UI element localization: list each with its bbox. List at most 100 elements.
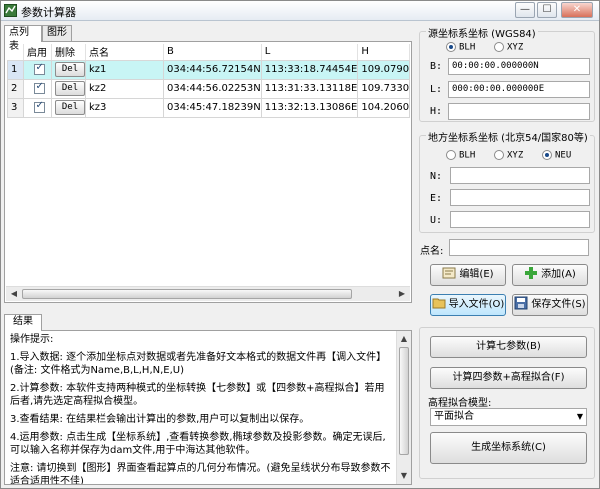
radio-unchecked-icon — [494, 150, 504, 160]
tab-point-list[interactable]: 点列表 — [4, 25, 42, 52]
column-header-name[interactable]: 点名 — [85, 44, 164, 61]
b-cell[interactable]: 034:44:56.72154N — [163, 59, 262, 80]
tab-results[interactable]: 结果 — [4, 314, 42, 331]
u-label: U: — [430, 215, 443, 226]
maximize-button[interactable]: ☐ — [537, 2, 557, 18]
scroll-left-icon[interactable]: ◀ — [7, 288, 21, 300]
scroll-down-icon[interactable]: ▼ — [398, 469, 410, 483]
source-radio-blh[interactable]: BLH — [446, 42, 475, 53]
generate-coord-system-button[interactable]: 生成坐标系统(C) — [430, 432, 587, 464]
local-coords-title: 地方坐标系坐标 (北京54/国家80等) — [426, 129, 590, 144]
enabled-checkbox[interactable] — [33, 81, 45, 94]
column-header-enabled[interactable]: 启用 — [23, 44, 52, 61]
row-number: 1 — [7, 59, 24, 80]
point-list-panel: 启用 删除 点名 B L H 1 Del kz1 034:44:56.72154… — [4, 41, 412, 303]
source-radio-xyz[interactable]: XYZ — [494, 42, 523, 53]
scroll-up-icon[interactable]: ▲ — [398, 332, 410, 346]
l-cell[interactable]: 113:33:18.74454E — [260, 59, 359, 80]
delete-cell: Del — [51, 78, 86, 99]
u-field[interactable] — [450, 211, 590, 228]
l-field[interactable]: 000:00:00.000000E — [448, 81, 590, 98]
row-number: 2 — [7, 78, 24, 99]
delete-cell: Del — [51, 97, 86, 118]
h-cell[interactable]: 109.0790 — [357, 59, 411, 80]
table-row[interactable]: 1 Del kz1 034:44:56.72154N 113:33:18.744… — [7, 59, 411, 80]
tip-apply: 4.运用参数: 点击生成【坐标系统】,查看转换参数,椭球参数及投影参数。确定无误… — [10, 432, 386, 456]
point-name-label: 点名: — [420, 246, 444, 257]
delete-cell: Del — [51, 59, 86, 80]
l-cell[interactable]: 113:32:13.13086E — [260, 97, 359, 118]
scroll-thumb[interactable] — [399, 347, 409, 455]
b-field[interactable]: 00:00:00.000000N — [448, 58, 590, 75]
calc-seven-param-button[interactable]: 计算七参数(B) — [430, 336, 587, 358]
delete-row-button[interactable]: Del — [55, 81, 85, 96]
point-name-cell[interactable]: kz2 — [85, 78, 164, 99]
scroll-right-icon[interactable]: ▶ — [395, 288, 409, 300]
tip-view: 3.查看结果: 在结果栏会输出计算出的参数,用户可以复制出以保存。 — [10, 414, 310, 425]
enabled-cell[interactable] — [23, 78, 52, 99]
h-label: H: — [430, 106, 443, 117]
results-panel: 操作提示: 1.导入数据: 逐个添加坐标点对数据或者先准备好文本格式的数据文件再… — [4, 330, 412, 485]
local-coords-group: 地方坐标系坐标 (北京54/国家80等) BLH XYZ NEU N: E: U… — [419, 129, 595, 233]
elev-model-select[interactable]: 平面拟合 ▼ — [430, 408, 587, 426]
column-header-delete[interactable]: 删除 — [51, 44, 86, 61]
title-bar: 参数计算器 — ☐ ✕ — [1, 1, 599, 21]
results-text[interactable]: 操作提示: 1.导入数据: 逐个添加坐标点对数据或者先准备好文本格式的数据文件再… — [5, 331, 397, 484]
point-table: 启用 删除 点名 B L H 1 Del kz1 034:44:56.72154… — [7, 44, 411, 118]
app-window: 参数计算器 — ☐ ✕ 点列表 图形 启用 删除 点名 B L H 1 ✓ De… — [0, 0, 600, 489]
calc-four-param-button[interactable]: 计算四参数+高程拟合(F) — [430, 367, 587, 389]
point-name-cell[interactable]: kz1 — [85, 59, 164, 80]
enabled-cell[interactable] — [23, 97, 52, 118]
h-cell[interactable]: 109.7330 — [357, 78, 411, 99]
l-label: L: — [430, 84, 443, 95]
elev-model-label: 高程拟合模型: — [428, 398, 492, 409]
h-field[interactable] — [448, 103, 590, 120]
tab-graph[interactable]: 图形 — [42, 25, 72, 41]
enabled-checkbox[interactable] — [33, 100, 45, 113]
column-header-h[interactable]: H — [357, 44, 411, 61]
chevron-down-icon: ▼ — [576, 412, 583, 421]
add-button[interactable]: 添加(A) — [512, 264, 588, 286]
h-cell[interactable]: 104.2060 — [357, 97, 411, 118]
delete-row-button[interactable]: Del — [55, 62, 85, 77]
enabled-cell[interactable] — [23, 59, 52, 80]
radio-checked-icon — [446, 42, 456, 52]
column-header-b[interactable]: B — [163, 44, 262, 61]
calculation-group: 计算七参数(B) 计算四参数+高程拟合(F) 高程拟合模型: 平面拟合 ▼ 生成坐… — [419, 327, 595, 479]
n-label: N: — [430, 171, 443, 182]
local-radio-blh[interactable]: BLH — [446, 150, 475, 161]
top-tabs: 点列表 图形 — [4, 25, 204, 52]
edit-button[interactable]: 编辑(E) — [430, 264, 506, 286]
scroll-thumb[interactable] — [22, 289, 352, 299]
n-field[interactable] — [450, 167, 590, 184]
table-row[interactable]: 3 Del kz3 034:45:47.18239N 113:32:13.130… — [7, 97, 411, 118]
results-tabs: 结果 — [4, 314, 64, 331]
edit-icon — [442, 267, 456, 279]
save-disk-icon — [514, 296, 528, 310]
radio-unchecked-icon — [494, 42, 504, 52]
radio-unchecked-icon — [446, 150, 456, 160]
local-radio-xyz[interactable]: XYZ — [494, 150, 523, 161]
point-name-field[interactable] — [449, 239, 589, 256]
results-vertical-scrollbar[interactable]: ▲ ▼ — [396, 331, 411, 484]
point-name-cell[interactable]: kz3 — [85, 97, 164, 118]
save-file-button[interactable]: 保存文件(S) — [512, 294, 588, 316]
l-cell[interactable]: 113:31:33.13118E — [260, 78, 359, 99]
close-button[interactable]: ✕ — [561, 2, 593, 18]
local-radio-neu[interactable]: NEU — [542, 150, 571, 161]
b-cell[interactable]: 034:44:56.02253N — [163, 78, 262, 99]
delete-row-button[interactable]: Del — [55, 100, 85, 115]
minimize-button[interactable]: — — [515, 2, 535, 18]
tip-calc: 2.计算参数: 本软件支持两种模式的坐标转换【七参数】或【四参数+高程拟合】若用… — [10, 383, 385, 407]
tip-note: 注意: 请切换到【图形】界面查看起算点的几何分布情况。(避免呈线状分布导致参数不… — [10, 463, 391, 484]
radio-checked-icon — [542, 150, 552, 160]
column-header-l[interactable]: L — [261, 44, 359, 61]
table-row[interactable]: 2 Del kz2 034:44:56.02253N 113:31:33.131… — [7, 78, 411, 99]
e-field[interactable] — [450, 189, 590, 206]
b-label: B: — [430, 61, 443, 72]
horizontal-scrollbar[interactable]: ◀ ▶ — [6, 286, 410, 301]
e-label: E: — [430, 193, 443, 204]
b-cell[interactable]: 034:45:47.18239N — [163, 97, 262, 118]
enabled-checkbox[interactable] — [33, 62, 45, 75]
import-file-button[interactable]: 导入文件(O) — [430, 294, 506, 316]
